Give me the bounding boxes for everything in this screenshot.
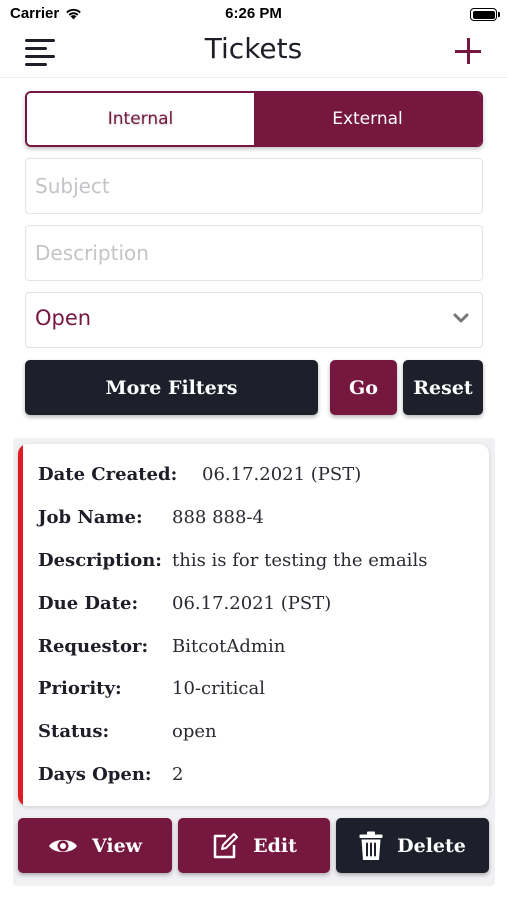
field-value: BitcotAdmin xyxy=(172,636,286,657)
description-field-container xyxy=(25,225,483,281)
chevron-down-icon xyxy=(453,313,469,323)
page-title: Tickets xyxy=(204,32,303,65)
edit-button[interactable]: Edit xyxy=(178,818,330,873)
ticket-card[interactable]: Date Created: 06.17.2021 (PST) Job Name:… xyxy=(18,444,489,806)
go-button[interactable]: Go xyxy=(330,360,397,415)
eye-icon xyxy=(48,839,77,852)
field-label: Date Created: xyxy=(38,464,178,485)
status-select[interactable]: Open xyxy=(25,292,483,348)
field-label: Job Name: xyxy=(38,507,143,528)
reset-button[interactable]: Reset xyxy=(403,360,483,415)
status-bar: Carrier 6:26 PM xyxy=(0,0,507,30)
description-input[interactable] xyxy=(26,226,482,280)
ticket-type-segment: Internal External xyxy=(25,91,483,147)
segment-internal[interactable]: Internal xyxy=(27,93,254,145)
view-button[interactable]: View xyxy=(18,818,172,873)
field-label: Requestor: xyxy=(38,636,149,657)
field-label: Status: xyxy=(38,721,110,742)
subject-field-container xyxy=(25,158,483,214)
field-value: 06.17.2021 (PST) xyxy=(172,593,332,614)
field-value: 2 xyxy=(172,764,184,785)
priority-stripe xyxy=(18,444,23,806)
more-filters-button[interactable]: More Filters xyxy=(25,360,318,415)
field-label: Priority: xyxy=(38,678,122,699)
plus-icon[interactable] xyxy=(455,38,481,64)
nav-bar: Tickets xyxy=(0,30,507,78)
delete-label: Delete xyxy=(397,834,466,857)
battery-icon xyxy=(470,8,500,21)
segment-external[interactable]: External xyxy=(254,93,481,145)
view-label: View xyxy=(91,834,143,857)
clock: 6:26 PM xyxy=(225,5,282,22)
trash-icon xyxy=(359,831,383,860)
status-select-value: Open xyxy=(35,306,92,330)
delete-button[interactable]: Delete xyxy=(336,818,489,873)
field-value: 06.17.2021 (PST) xyxy=(202,464,362,485)
field-value: 10-critical xyxy=(172,678,265,699)
subject-input[interactable] xyxy=(26,159,482,213)
field-label: Due Date: xyxy=(38,593,139,614)
field-label: Description: xyxy=(38,550,162,571)
field-value: this is for testing the emails xyxy=(172,550,428,571)
field-value: 888 888-4 xyxy=(172,507,264,528)
edit-label: Edit xyxy=(253,834,297,857)
field-label: Days Open: xyxy=(38,764,152,785)
field-value: open xyxy=(172,721,217,742)
edit-icon xyxy=(213,832,239,858)
